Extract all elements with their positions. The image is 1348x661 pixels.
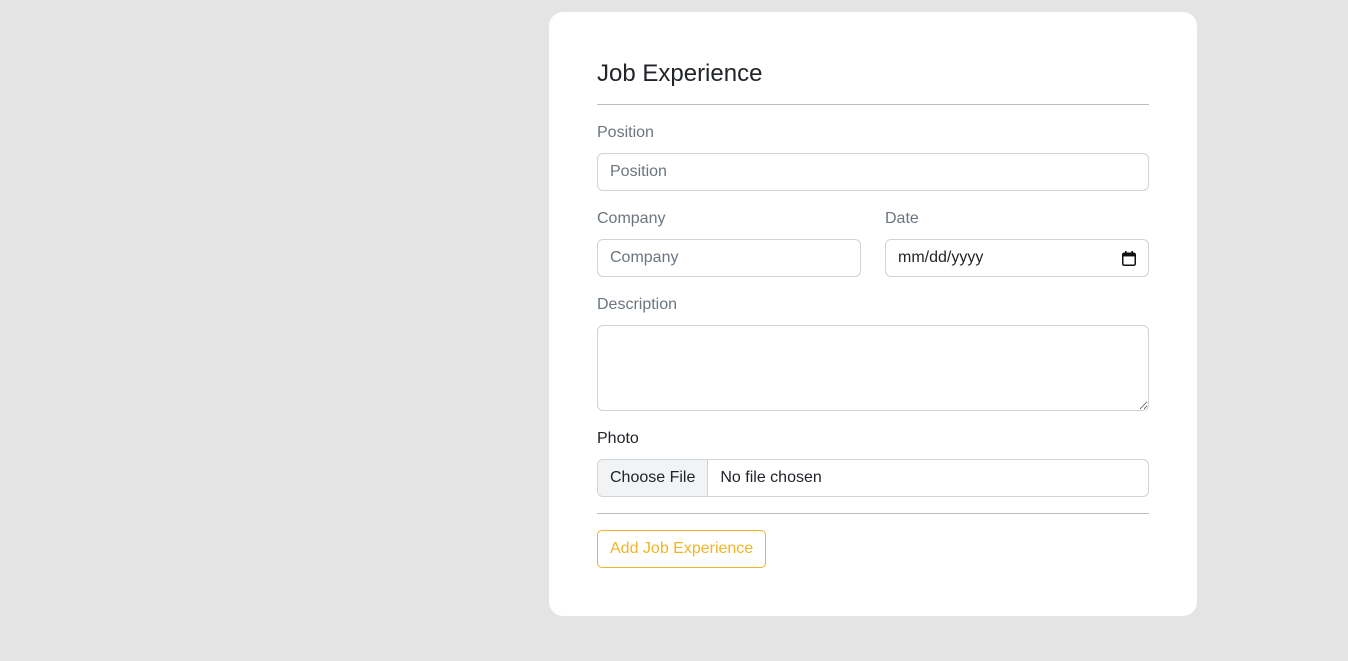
description-label: Description: [597, 296, 678, 313]
position-input[interactable]: [597, 153, 1149, 191]
company-input[interactable]: [597, 239, 861, 277]
date-input[interactable]: mm/dd/yyyy: [885, 239, 1149, 277]
actions-divider: [597, 513, 1149, 514]
company-label: Company: [597, 210, 666, 227]
file-status: No file chosen: [720, 469, 822, 486]
photo-file-input[interactable]: Choose File No file chosen: [597, 459, 1149, 497]
date-label: Date: [885, 210, 919, 227]
title-divider: [597, 104, 1149, 105]
position-label: Position: [597, 124, 654, 141]
photo-label: Photo: [597, 430, 639, 447]
add-job-experience-button[interactable]: Add Job Experience: [597, 530, 767, 568]
date-placeholder: mm/dd/yyyy: [898, 249, 984, 266]
calendar-icon[interactable]: [1122, 250, 1136, 266]
job-experience-card: Job Experience Position Company Date mm/…: [549, 12, 1197, 616]
description-textarea[interactable]: [597, 325, 1149, 411]
form-title: Job Experience: [597, 60, 763, 87]
choose-file-button[interactable]: Choose File: [598, 460, 709, 496]
